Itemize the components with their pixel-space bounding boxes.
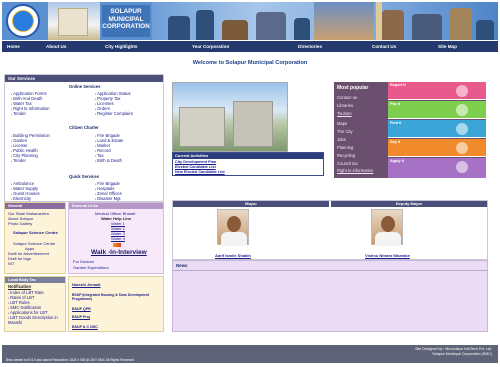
mayor-photo <box>217 209 249 246</box>
nav-contact-us[interactable]: Contact Us <box>372 44 396 49</box>
tile-label: Find It <box>390 121 402 125</box>
mayor-name[interactable]: Aarif Ismile Shaikh <box>215 253 251 258</box>
most-popular-panel: Most popular Contact us Libraries Touris… <box>334 82 486 178</box>
citizen-charter-heading: Citizen Charter <box>69 125 99 130</box>
nav-site-map[interactable]: Site Map <box>438 44 457 49</box>
popular-link[interactable]: Maps <box>337 121 347 126</box>
pound-icon <box>456 104 468 116</box>
site-title-line2: MUNICIPAL <box>108 15 144 23</box>
banner-accent <box>376 2 382 40</box>
popular-link[interactable]: Planning <box>337 145 353 150</box>
popular-link[interactable]: Council tax <box>337 161 358 166</box>
tile-say-it[interactable]: Say It <box>388 139 486 157</box>
nav-directories[interactable]: Directories <box>298 44 322 49</box>
popular-link[interactable]: Contact us <box>337 95 357 100</box>
service-link[interactable]: Tender <box>11 158 26 163</box>
general-link[interactable]: Photo Gallery <box>8 221 32 226</box>
tile-label: Say It <box>390 140 401 144</box>
online-services-heading: Online Services <box>69 84 101 89</box>
mayor-heading: Mayor <box>173 201 329 207</box>
news-heading: News <box>173 261 487 271</box>
service-link[interactable]: Tender <box>11 111 26 116</box>
site-title: SOLAPUR MUNICIPAL CORPORATION <box>102 5 150 37</box>
science-centre-link[interactable]: Solapur Science Centre <box>13 230 58 235</box>
external-links-panel: External Links Medical Officer Bharati W… <box>68 202 164 274</box>
lbt-link[interactable]: LBT Goods Description in Marathi <box>8 315 64 325</box>
news-panel: News <box>172 260 488 332</box>
most-popular-title: Most popular <box>337 85 369 91</box>
tile-label: Pay It <box>390 102 401 106</box>
site-title-line1: SOLAPUR <box>110 8 142 15</box>
local-body-tax-panel: Local Body Tax Notification Index of LBT… <box>4 276 66 332</box>
service-link[interactable]: Electricity <box>11 196 31 201</box>
city-photo <box>172 82 288 152</box>
activity-link[interactable]: Elected Candidate List <box>175 165 216 169</box>
tile-pay-it[interactable]: Pay It <box>388 101 486 119</box>
services-panel: Our Services Online Services Application… <box>4 74 164 202</box>
activity-link[interactable]: City Development Plan <box>175 160 216 164</box>
warning-icon <box>456 85 468 97</box>
walk-in-interview-link[interactable]: Walk -In-Interview <box>91 249 147 256</box>
nav-about-us[interactable]: About Us <box>46 44 66 49</box>
site-title-line3: CORPORATION <box>102 23 150 31</box>
main-navigation: Home About Us City Highlights Year Corpo… <box>2 41 498 52</box>
corporation-building-photo <box>48 2 100 40</box>
deputy-mayor-name[interactable]: Vishnu Nitram Nikambe <box>365 253 410 258</box>
popular-link[interactable]: Right to information <box>337 168 373 173</box>
deputy-mayor-photo <box>371 209 403 246</box>
tile-report-it[interactable]: Report It <box>388 82 486 100</box>
external-link[interactable]: Garden Expenditure <box>73 265 109 270</box>
tile-find-it[interactable]: Find It <box>388 120 486 138</box>
search-icon <box>456 123 468 135</box>
popular-link[interactable]: Recycling <box>337 153 355 158</box>
tender-link[interactable]: BSUP & C NSC <box>72 325 98 329</box>
designed-by-text[interactable]: Site Designed by : Microvision InfoTech … <box>415 347 492 351</box>
nav-city-highlights[interactable]: City Highlights <box>105 44 137 49</box>
general-panel: General Our State Maharashtra About Sola… <box>4 202 66 274</box>
tender-link[interactable]: BSUP QPR <box>72 307 91 311</box>
browser-note-text: Best viewed in IE 6.0 and above Resoluti… <box>6 358 134 362</box>
tile-label: Report It <box>390 83 406 87</box>
smc-logo[interactable] <box>6 4 40 38</box>
current-activities-heading: Current Activities <box>173 153 323 159</box>
tender-link[interactable]: BSUP (Integrated Housing & Slum Developm… <box>72 293 160 301</box>
check-icon <box>456 161 468 173</box>
nav-home[interactable]: Home <box>7 44 20 49</box>
service-link[interactable]: Disaster Mgt <box>95 196 121 201</box>
water-link[interactable]: Water 4 <box>111 236 125 241</box>
services-heading: Our Services <box>5 75 163 82</box>
header-banner: SOLAPUR MUNICIPAL CORPORATION <box>2 2 498 40</box>
mayor-panel: Mayor Deputy Mayor Aarif Ismile Shaikh V… <box>172 200 488 260</box>
tile-label: Apply It <box>390 159 404 163</box>
speech-icon <box>456 142 468 154</box>
general-heading: General <box>5 203 65 209</box>
external-links-heading: External Links <box>69 203 163 209</box>
science-centre-apps-link[interactable]: Solapur Science Centre <box>13 241 55 246</box>
nav-year-corporation[interactable]: Year Corporation <box>192 44 229 49</box>
welcome-heading: Welcome to Solapur Municipal Corporation <box>192 60 308 66</box>
deputy-mayor-heading: Deputy Mayor <box>331 201 487 207</box>
activity-link[interactable]: New Elected Candidate List <box>175 170 225 174</box>
current-activities-panel: Current Activities City Development Plan… <box>172 152 324 176</box>
new-badge-icon <box>113 243 121 247</box>
footer: Site Designed by : Microvision InfoTech … <box>2 345 498 363</box>
popular-link[interactable]: Tourism <box>337 111 352 116</box>
tile-apply-it[interactable]: Apply It <box>388 158 486 178</box>
popular-link[interactable]: The City <box>337 129 353 134</box>
popular-link[interactable]: Libraries <box>337 103 353 108</box>
general-link[interactable]: NIT <box>8 261 14 266</box>
tender-link[interactable]: BSUP Proj <box>72 315 90 319</box>
tender-panel: Nareshi Jernadi BSUP (Integrated Housing… <box>68 276 164 332</box>
external-link[interactable]: For Doctors <box>73 259 94 264</box>
service-link[interactable]: Birth & Death <box>95 158 122 163</box>
popular-link[interactable]: Jobs <box>337 137 346 142</box>
tender-link[interactable]: Nareshi Jernadi <box>72 283 101 287</box>
notification-label: Notification <box>8 284 32 289</box>
service-link[interactable]: Register Complaint <box>95 111 133 116</box>
city-landmark-photo <box>314 2 374 40</box>
lbt-heading: Local Body Tax <box>5 277 65 283</box>
copyright-text: Solapur Municipal Corporation (SMC) <box>432 352 492 356</box>
quick-services-heading: Quick Services <box>69 174 100 179</box>
